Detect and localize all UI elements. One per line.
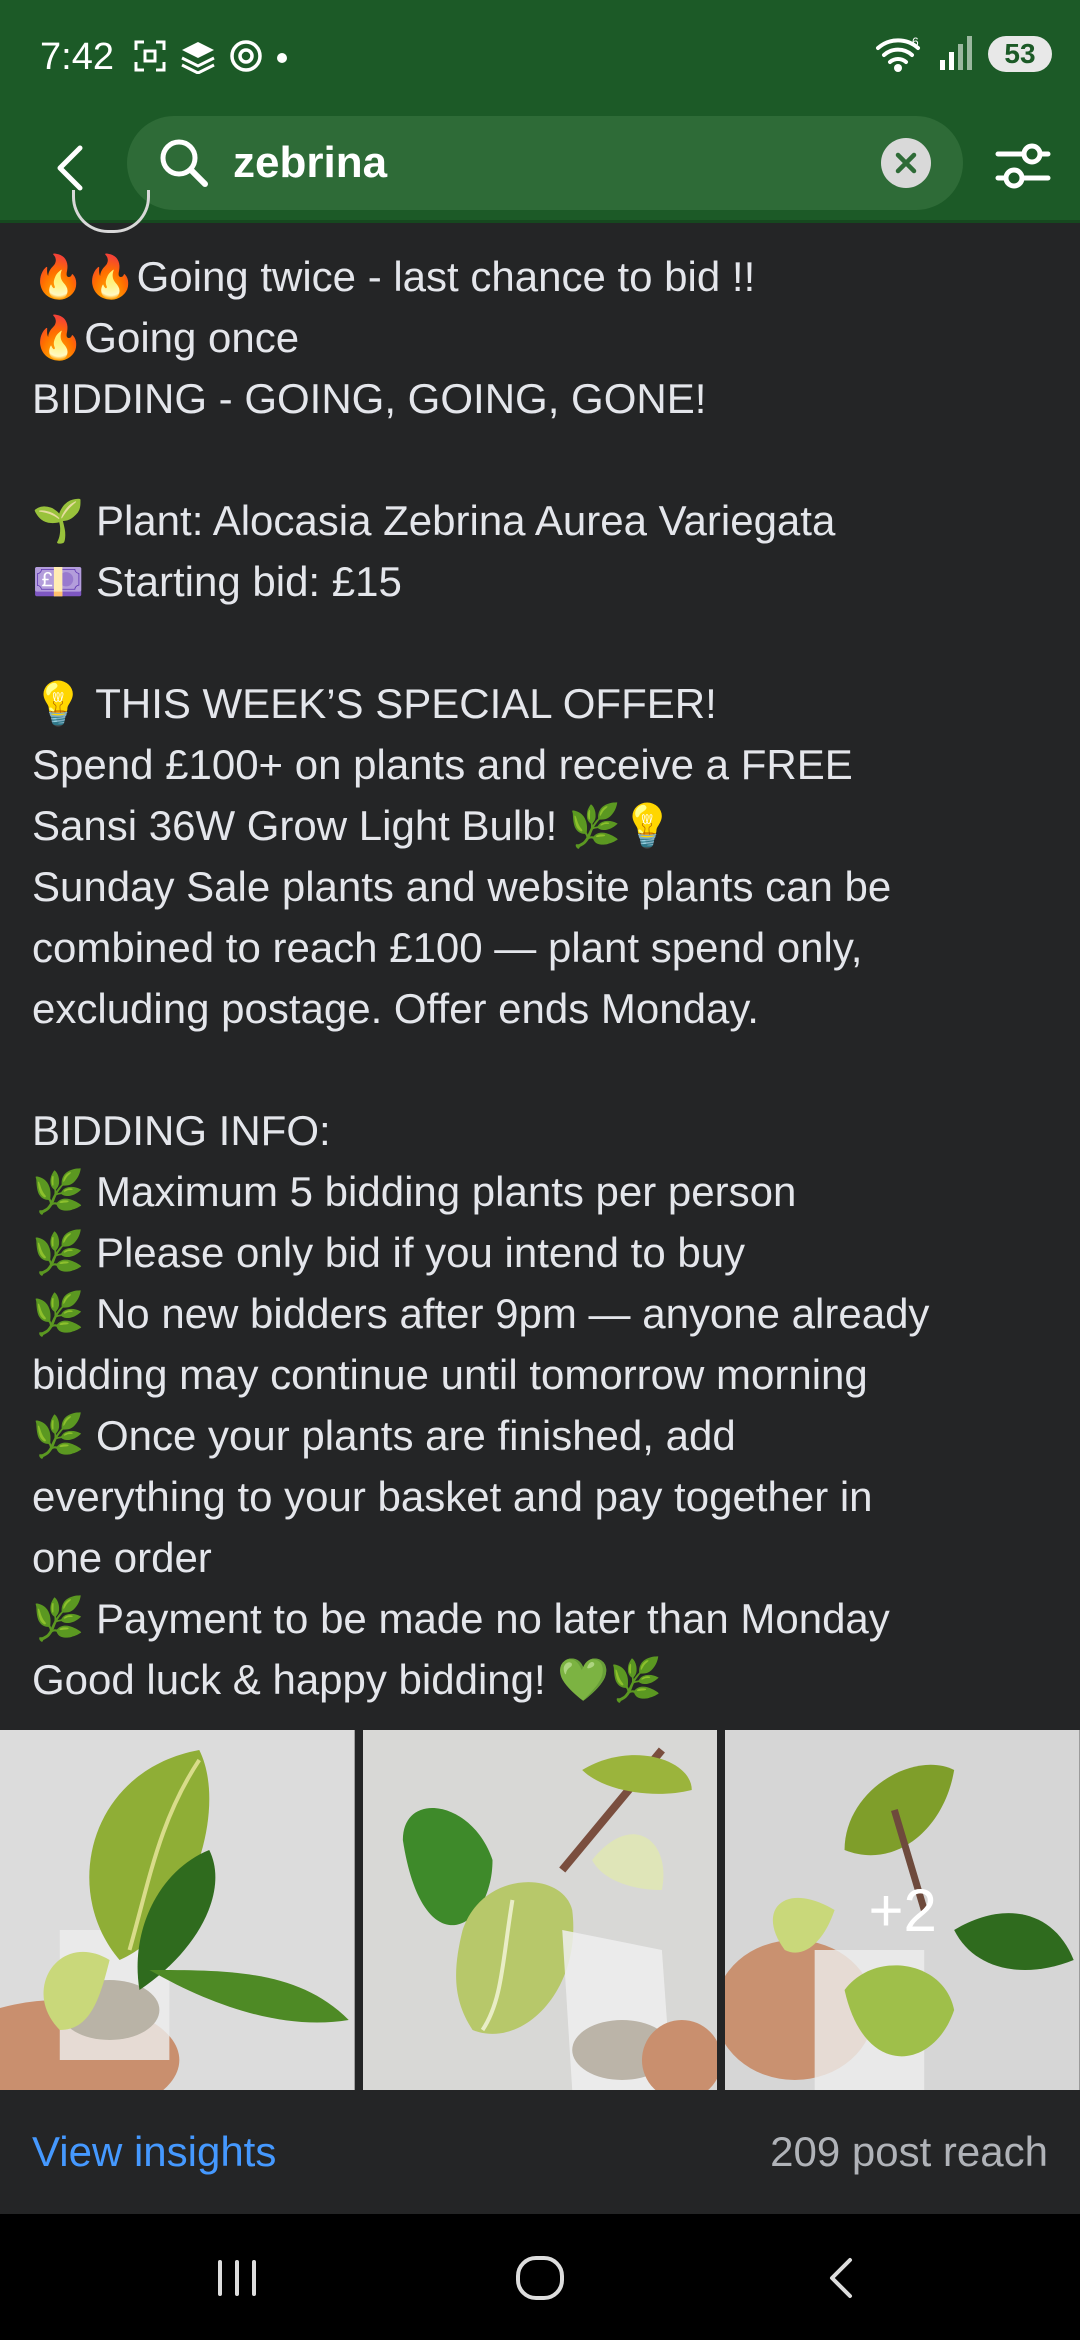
post-line: one order (32, 1534, 212, 1581)
search-icon (160, 139, 208, 187)
back-nav-icon[interactable] (820, 2252, 864, 2304)
post-line: 🌱 Plant: Alocasia Zebrina Aurea Variegat… (32, 497, 836, 544)
post-line: BIDDING - GOING, GOING, GONE! (32, 375, 707, 422)
post-line: 💡 THIS WEEK’S SPECIAL OFFER! (32, 680, 717, 727)
system-status-icons: 6 53 (874, 34, 1052, 74)
post-line: Sansi 36W Grow Light Bulb! 🌿💡 (32, 802, 674, 849)
post-line: Good luck & happy bidding! 💚🌿 (32, 1656, 662, 1703)
herb-emoji: 🌿 (32, 1229, 85, 1276)
post-line: 💷 Starting bid: £15 (32, 558, 402, 605)
view-insights-link[interactable]: View insights (32, 2128, 276, 2176)
status-bar: 7:42 6 53 (0, 0, 1080, 116)
notification-icons (132, 38, 290, 74)
post-line: bidding may continue until tomorrow morn… (32, 1351, 868, 1398)
battery-indicator: 53 (988, 36, 1052, 72)
post-line: 🌿 Payment to be made no later than Monda… (32, 1595, 890, 1642)
stack-app-icon (181, 42, 215, 74)
search-input[interactable] (231, 130, 835, 196)
fire-emoji: 🔥 (32, 314, 85, 361)
back-arrow-icon[interactable] (48, 138, 96, 198)
pound-note-emoji: 💷 (32, 558, 85, 605)
post-line: 🔥🔥Going twice - last chance to bid !! (32, 253, 756, 300)
wifi-icon: 6 (876, 35, 920, 72)
insights-bar: View insights 209 post reach (0, 2090, 1080, 2214)
search-header (0, 116, 1080, 223)
plant-photo-3[interactable]: +2 (725, 1730, 1080, 2090)
plant-photo-1[interactable] (0, 1730, 355, 2090)
post-line: 🌿 Please only bid if you intend to buy (32, 1229, 746, 1276)
more-photos-count[interactable]: +2 (725, 1730, 1080, 2090)
herb-emoji: 🌿 (32, 1595, 85, 1642)
system-nav-bar (0, 2214, 1080, 2340)
photo-grid: +2 (0, 1730, 1080, 2090)
screenshot-icon (134, 40, 166, 72)
post-line: 🌿 No new bidders after 9pm — anyone alre… (32, 1290, 930, 1337)
post-reach-count: 209 post reach (770, 2128, 1048, 2175)
herb-emoji: 🌿 (32, 1290, 85, 1337)
post-line: combined to reach £100 — plant spend onl… (32, 924, 863, 971)
post-line: Spend £100+ on plants and receive a FREE (32, 741, 853, 788)
seedling-emoji: 🌱 (32, 497, 85, 544)
plant-photo-2[interactable] (362, 1730, 718, 2090)
svg-text:6: 6 (912, 35, 919, 49)
search-box[interactable] (127, 116, 963, 210)
signal-icon (940, 36, 972, 70)
post-line: excluding postage. Offer ends Monday. (32, 985, 759, 1032)
post-line: 🔥Going once (32, 314, 300, 361)
lightbulb-emoji: 💡 (32, 680, 85, 727)
status-time: 7:42 (40, 36, 114, 78)
post-line: 🌿 Maximum 5 bidding plants per person (32, 1168, 797, 1215)
herb-emoji: 🌿 (32, 1412, 85, 1459)
post-line: everything to your basket and pay togeth… (32, 1473, 873, 1520)
home-icon[interactable] (512, 2252, 568, 2304)
recent-apps-icon[interactable] (212, 2252, 262, 2304)
post-line: BIDDING INFO: (32, 1107, 331, 1154)
avatar[interactable] (72, 190, 150, 233)
dot-icon (277, 53, 287, 63)
post-body: 🔥🔥Going twice - last chance to bid !! 🔥G… (32, 246, 1062, 1710)
herb-emoji: 🌿 (32, 1168, 85, 1215)
threads-icon (230, 40, 262, 72)
clear-search-icon[interactable] (881, 138, 931, 188)
fire-emoji: 🔥🔥 (32, 253, 137, 300)
post-line: 🌿 Once your plants are finished, add (32, 1412, 736, 1459)
filter-icon[interactable] (994, 140, 1052, 192)
post-line: Sunday Sale plants and website plants ca… (32, 863, 892, 910)
